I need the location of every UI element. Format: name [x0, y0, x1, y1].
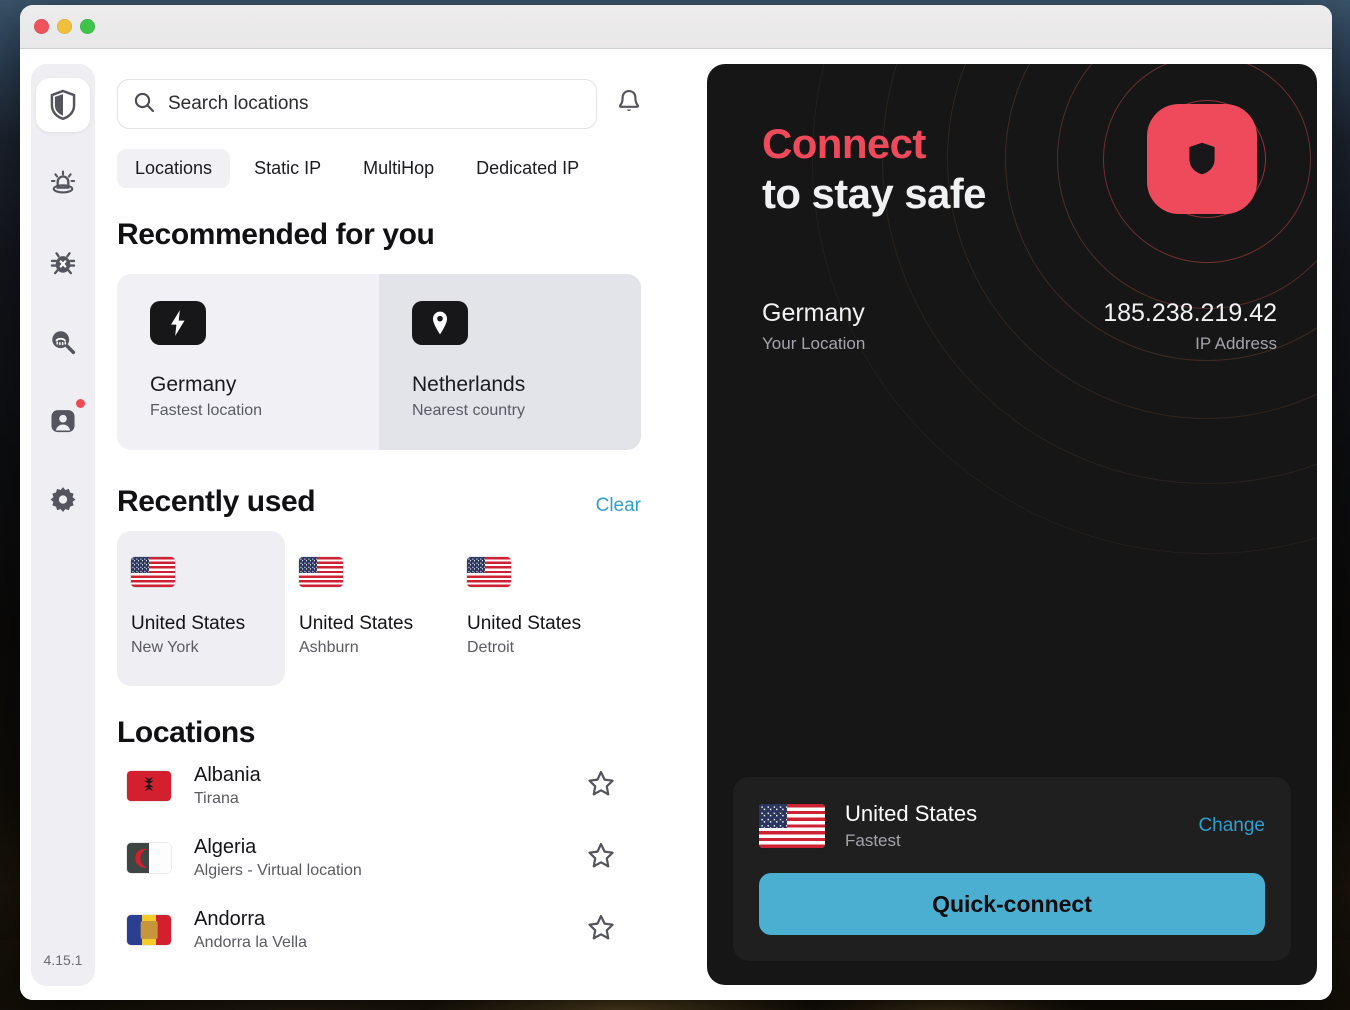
- hero-headline-rest: to stay safe: [762, 170, 987, 217]
- locations-section-title: Locations: [117, 716, 256, 749]
- minimize-button[interactable]: [57, 19, 72, 34]
- flag-us-icon: [299, 557, 343, 587]
- recommended-card-netherlands[interactable]: Netherlands Nearest country: [379, 274, 641, 450]
- flag-us-icon: [467, 557, 511, 587]
- hero-info-row: Germany Your Location 185.238.219.42 IP …: [762, 299, 1277, 354]
- recently-used-cards: United States New York United States Ash…: [117, 531, 707, 686]
- app-body: 4.15.1 Search locations Locations Static…: [20, 49, 1332, 1000]
- hero-location-block: Germany Your Location: [762, 299, 865, 354]
- sidebar-item-dark-web-monitor[interactable]: [36, 315, 90, 369]
- tab-locations[interactable]: Locations: [117, 149, 231, 188]
- hero-panel: Connect to stay safe Germany Your Locati…: [707, 64, 1317, 985]
- quick-connect-server-row: United States Fastest Change: [759, 801, 1265, 851]
- hero-panel-wrapper: Connect to stay safe Germany Your Locati…: [707, 49, 1332, 1000]
- favorite-star-icon[interactable]: [586, 913, 616, 948]
- close-button[interactable]: [34, 19, 49, 34]
- map-pin-icon: [412, 301, 468, 345]
- quick-connect-country: United States: [845, 801, 978, 826]
- flag-al-icon: [127, 771, 171, 801]
- hero-location-label: Your Location: [762, 334, 866, 353]
- location-tabs: Locations Static IP MultiHop Dedicated I…: [117, 149, 707, 188]
- shield-icon: [48, 89, 78, 121]
- recent-card-name: United States: [131, 613, 246, 634]
- recent-card-detroit[interactable]: United States Detroit: [453, 531, 621, 686]
- recommended-card-name: Germany: [150, 373, 237, 396]
- hero-ip-value: 185.238.219.42: [1103, 299, 1277, 327]
- tab-static-ip[interactable]: Static IP: [236, 149, 339, 188]
- location-texts: Andorra Andorra la Vella: [194, 908, 586, 952]
- recent-card-sub: New York: [131, 639, 199, 656]
- search-icon: [132, 90, 156, 119]
- location-city: Algiers - Virtual location: [194, 862, 362, 879]
- recently-used-header: Recently used Clear: [117, 485, 641, 519]
- search-input[interactable]: [168, 93, 582, 115]
- sidebar-item-settings[interactable]: [36, 473, 90, 527]
- recently-used-title: Recently used: [117, 485, 316, 518]
- location-row-andorra[interactable]: Andorra Andorra la Vella: [117, 894, 641, 966]
- recent-card-name: United States: [467, 613, 582, 634]
- favorite-star-icon[interactable]: [586, 841, 616, 876]
- sidebar-item-vpn[interactable]: [36, 78, 90, 132]
- location-name: Andorra: [194, 908, 266, 930]
- locations-panel: Locations Static IP MultiHop Dedicated I…: [95, 49, 707, 1000]
- recent-card-sub: Ashburn: [299, 639, 359, 656]
- hero-location-value: Germany: [762, 299, 865, 327]
- recommended-section-title: Recommended for you: [117, 218, 435, 251]
- user-profile-icon: [48, 406, 78, 436]
- search-box[interactable]: [117, 79, 597, 129]
- hero-ip-block: 185.238.219.42 IP Address: [1103, 299, 1277, 354]
- location-city: Andorra la Vella: [194, 934, 307, 951]
- flag-us-icon: [131, 557, 175, 587]
- change-server-button[interactable]: Change: [1198, 815, 1265, 837]
- sidebar-item-malware-scan[interactable]: [36, 236, 90, 290]
- hero-headline: Connect to stay safe: [707, 64, 1317, 218]
- traffic-light-buttons: [34, 19, 95, 34]
- siren-icon: [48, 169, 78, 199]
- location-name: Albania: [194, 764, 261, 786]
- favorite-star-icon[interactable]: [586, 769, 616, 804]
- bug-icon: [48, 248, 78, 278]
- quick-connect-button[interactable]: Quick-connect: [759, 873, 1265, 935]
- window-titlebar: [20, 5, 1332, 49]
- sidebar-item-threat-protection[interactable]: [36, 157, 90, 211]
- location-row-albania[interactable]: Albania Tirana: [117, 750, 641, 822]
- flag-us-icon: [759, 804, 825, 848]
- clear-recent-button[interactable]: Clear: [596, 495, 641, 517]
- zoom-button[interactable]: [80, 19, 95, 34]
- recent-card-name: United States: [299, 613, 414, 634]
- sidebar-item-account[interactable]: [36, 394, 90, 448]
- recent-card-sub: Detroit: [467, 639, 515, 656]
- account-notification-badge: [76, 399, 85, 408]
- search-eye-icon: [48, 327, 78, 357]
- recent-card-new-york[interactable]: United States New York: [117, 531, 285, 686]
- location-row-algeria[interactable]: Algeria Algiers - Virtual location: [117, 822, 641, 894]
- app-window: 4.15.1 Search locations Locations Static…: [20, 5, 1332, 1000]
- bell-icon[interactable]: [613, 86, 645, 123]
- recommended-card-germany[interactable]: Germany Fastest location: [117, 274, 379, 450]
- tab-dedicated-ip[interactable]: Dedicated IP: [458, 149, 597, 188]
- hero-headline-accent: Connect: [762, 120, 926, 167]
- lightning-bolt-icon: [150, 301, 206, 345]
- quick-connect-panel: United States Fastest Change Quick-conne…: [733, 777, 1291, 961]
- location-texts: Algeria Algiers - Virtual location: [194, 836, 586, 880]
- recommended-cards: Germany Fastest location Netherlands Nea…: [117, 274, 641, 450]
- recent-card-ashburn[interactable]: United States Ashburn: [285, 531, 453, 686]
- search-row: [117, 79, 707, 129]
- hero-ip-label: IP Address: [1195, 334, 1277, 353]
- sidebar-nav: 4.15.1: [31, 64, 95, 986]
- recommended-card-sub: Fastest location: [150, 402, 263, 419]
- recommended-card-sub: Nearest country: [412, 402, 525, 419]
- gear-icon: [48, 485, 78, 515]
- location-texts: Albania Tirana: [194, 764, 586, 808]
- app-version: 4.15.1: [43, 952, 83, 968]
- location-name: Algeria: [194, 836, 257, 858]
- recommended-card-name: Netherlands: [412, 373, 526, 396]
- flag-ad-icon: [127, 915, 171, 945]
- flag-dz-icon: [127, 843, 171, 873]
- location-city: Tirana: [194, 790, 239, 807]
- quick-connect-texts: United States Fastest: [845, 801, 1198, 851]
- tab-multihop[interactable]: MultiHop: [345, 149, 452, 188]
- quick-connect-mode: Fastest: [845, 831, 901, 850]
